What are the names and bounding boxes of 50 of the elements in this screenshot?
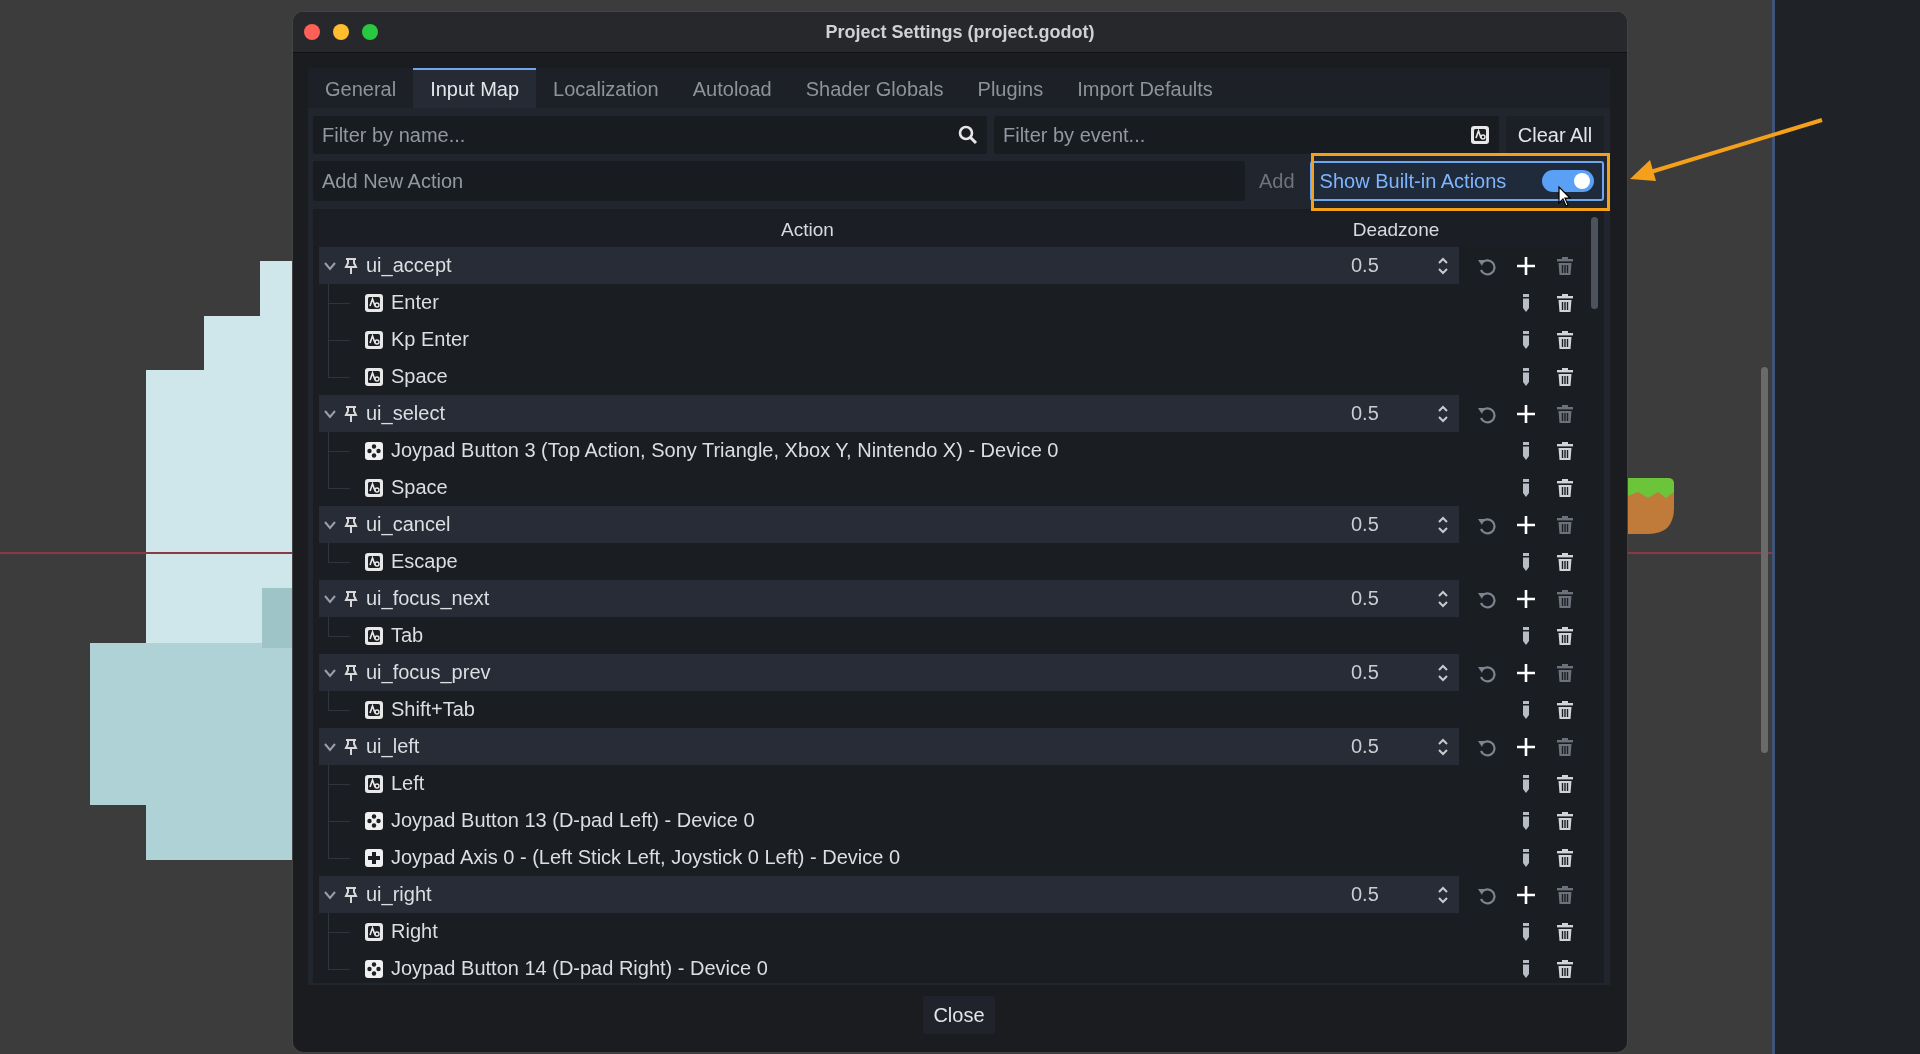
action-name: ui_select — [366, 402, 445, 425]
action-row-bar[interactable]: ui_right — [319, 876, 1339, 913]
action-row-bar[interactable]: ui_focus_next — [319, 580, 1339, 617]
window-title: Project Settings (project.godot) — [825, 21, 1095, 43]
action-name: ui_focus_prev — [366, 661, 491, 684]
tab[interactable]: Import Defaults — [1060, 68, 1230, 108]
event-name: Joypad Button 3 (Top Action, Sony Triangle, Xbox Y, Nintendo X) - Device 0 — [391, 439, 1059, 462]
action-row-bar[interactable]: ui_cancel — [319, 506, 1339, 543]
tab[interactable]: Input Map — [413, 68, 537, 108]
event-name: Escape — [391, 550, 458, 573]
event-filter-field[interactable]: Filter by event... — [994, 116, 1499, 154]
name-filter-field[interactable]: Filter by name... — [313, 116, 987, 154]
action-name: ui_right — [366, 883, 432, 906]
action-name: ui_cancel — [366, 513, 451, 536]
tab[interactable]: Plugins — [960, 68, 1061, 108]
tab[interactable]: General — [308, 68, 414, 108]
tab[interactable]: Autoload — [675, 68, 789, 108]
event-name: Space — [391, 476, 448, 499]
event-name: Right — [391, 920, 438, 943]
tab[interactable]: Localization — [536, 68, 676, 108]
deadzone-spinbox[interactable]: 0.5 — [1339, 654, 1459, 691]
action-row-bar[interactable]: ui_select — [319, 395, 1339, 432]
event-name: Joypad Button 14 (D-pad Right) - Device 0 — [391, 957, 768, 980]
column-header: Action — [781, 219, 834, 241]
event-name: Joypad Button 13 (D-pad Left) - Device 0 — [391, 809, 755, 832]
event-name: Left — [391, 772, 425, 795]
event-name: Space — [391, 365, 448, 388]
deadzone-spinbox[interactable]: 0.5 — [1339, 580, 1459, 617]
deadzone-spinbox[interactable]: 0.5 — [1339, 247, 1459, 284]
event-name: Joypad Axis 0 - (Left Stick Left, Joystick 0 Left) - Device 0 — [391, 846, 901, 869]
action-row-bar[interactable]: ui_left — [319, 728, 1339, 765]
new-action-field[interactable]: Add New Action — [313, 161, 1245, 201]
built-in-actions-toggle[interactable]: Show Built-in Actions — [1309, 161, 1604, 201]
clear-all-button[interactable]: Clear All — [1506, 116, 1604, 154]
deadzone-spinbox[interactable]: 0.5 — [1339, 876, 1459, 913]
close-button[interactable]: Close — [923, 996, 995, 1034]
deadzone-spinbox[interactable]: 0.5 — [1339, 506, 1459, 543]
event-name: Tab — [391, 624, 424, 647]
action-row-bar[interactable]: ui_accept — [319, 247, 1339, 284]
action-row-bar[interactable]: ui_focus_prev — [319, 654, 1339, 691]
event-name: Enter — [391, 291, 439, 314]
deadzone-spinbox[interactable]: 0.5 — [1339, 395, 1459, 432]
action-name: ui_accept — [366, 254, 452, 277]
action-name: ui_left — [366, 735, 420, 758]
column-header: Deadzone — [1352, 219, 1440, 241]
deadzone-spinbox[interactable]: 0.5 — [1339, 728, 1459, 765]
event-name: Shift+Tab — [391, 698, 475, 721]
event-name: Kp Enter — [391, 328, 469, 351]
tab[interactable]: Shader Globals — [788, 68, 961, 108]
action-name: ui_focus_next — [366, 587, 490, 610]
